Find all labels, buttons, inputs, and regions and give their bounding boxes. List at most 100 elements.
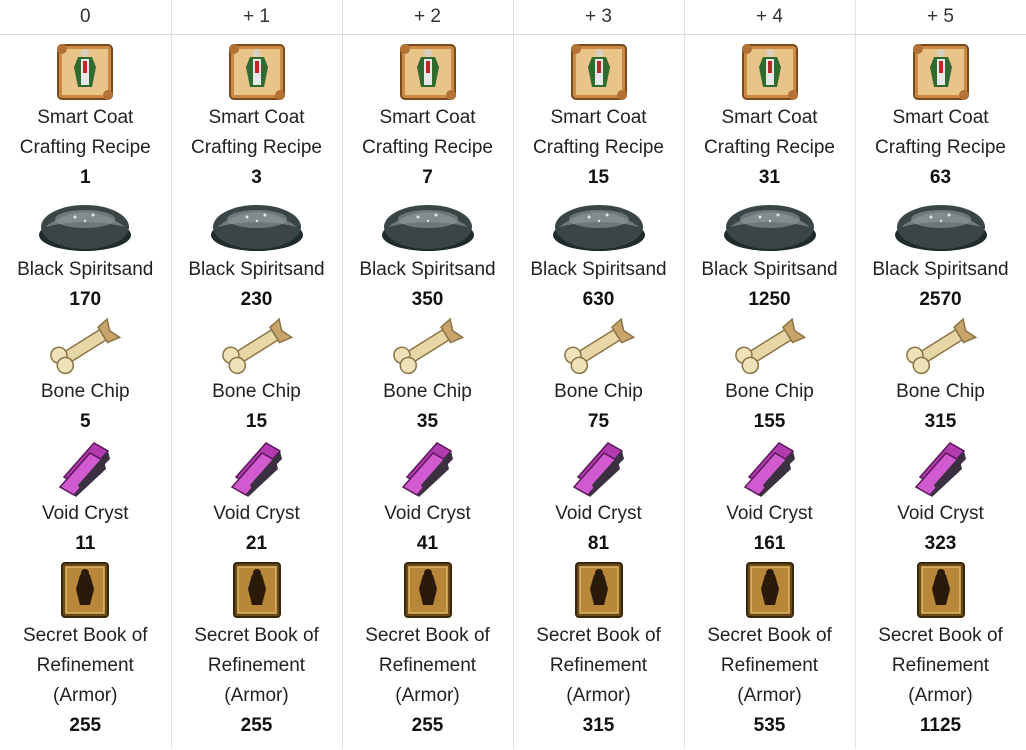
material-item-spiritsand[interactable]: Black Spiritsand 2570 bbox=[856, 193, 1026, 315]
material-item-secret-book[interactable]: Secret Book of Refinement (Armor) 255 bbox=[172, 559, 342, 741]
material-name: Smart Coat Crafting Recipe bbox=[191, 107, 322, 158]
material-item-recipe[interactable]: Smart Coat Crafting Recipe 1 bbox=[0, 41, 171, 193]
void-cryst-icon bbox=[914, 442, 966, 497]
material-item-spiritsand[interactable]: Black Spiritsand 230 bbox=[172, 193, 342, 315]
spiritsand-icon bbox=[381, 205, 474, 251]
material-quantity: 11 bbox=[75, 533, 96, 554]
upgrade-materials-table: 0 + 1 + 2 + 3 + 4 + 5 Smart Coat Craftin… bbox=[0, 0, 1026, 749]
level-header-row: 0 + 1 + 2 + 3 + 4 + 5 bbox=[0, 0, 1026, 35]
material-quantity: 1125 bbox=[919, 715, 962, 736]
material-item-secret-book[interactable]: Secret Book of Refinement (Armor) 535 bbox=[685, 559, 855, 741]
material-quantity: 230 bbox=[240, 289, 273, 310]
material-name: Secret Book of Refinement (Armor) bbox=[878, 625, 1003, 706]
material-name: Smart Coat Crafting Recipe bbox=[875, 107, 1006, 158]
material-quantity: 1 bbox=[79, 167, 91, 188]
material-quantity: 15 bbox=[587, 167, 610, 188]
level-column-4: Smart Coat Crafting Recipe 31 Black Spir… bbox=[684, 34, 856, 749]
secret-book-icon bbox=[916, 562, 965, 618]
bone-chip-icon bbox=[392, 317, 464, 375]
material-quantity: 81 bbox=[587, 533, 610, 554]
secret-book-icon bbox=[232, 562, 281, 618]
material-name: Bone Chip bbox=[725, 381, 814, 402]
material-item-spiritsand[interactable]: Black Spiritsand 1250 bbox=[685, 193, 855, 315]
material-name: Bone Chip bbox=[383, 381, 472, 402]
bone-chip-icon bbox=[563, 317, 635, 375]
material-item-void-cryst[interactable]: Void Cryst 21 bbox=[172, 437, 342, 559]
bone-chip-icon bbox=[734, 317, 806, 375]
level-header-1: + 1 bbox=[171, 0, 343, 35]
material-quantity: 323 bbox=[924, 533, 957, 554]
material-item-secret-book[interactable]: Secret Book of Refinement (Armor) 255 bbox=[0, 559, 171, 741]
material-name: Void Cryst bbox=[213, 503, 300, 524]
material-item-recipe[interactable]: Smart Coat Crafting Recipe 7 bbox=[343, 41, 513, 193]
bone-chip-icon bbox=[50, 317, 122, 375]
material-item-secret-book[interactable]: Secret Book of Refinement (Armor) 255 bbox=[343, 559, 513, 741]
void-cryst-icon bbox=[59, 442, 111, 497]
level-column-3: Smart Coat Crafting Recipe 15 Black Spir… bbox=[513, 34, 685, 749]
material-quantity: 255 bbox=[411, 715, 444, 736]
level-column-5: Smart Coat Crafting Recipe 63 Black Spir… bbox=[855, 34, 1026, 749]
material-name: Smart Coat Crafting Recipe bbox=[533, 107, 664, 158]
material-item-void-cryst[interactable]: Void Cryst 81 bbox=[514, 437, 684, 559]
spiritsand-icon bbox=[723, 205, 816, 251]
material-item-secret-book[interactable]: Secret Book of Refinement (Armor) 1125 bbox=[856, 559, 1026, 741]
material-quantity: 535 bbox=[753, 715, 786, 736]
bone-chip-icon bbox=[221, 317, 293, 375]
material-item-bone-chip[interactable]: Bone Chip 5 bbox=[0, 315, 171, 437]
material-name: Bone Chip bbox=[554, 381, 643, 402]
level-header-0: 0 bbox=[0, 0, 172, 35]
material-name: Black Spiritsand bbox=[188, 259, 325, 280]
material-quantity: 161 bbox=[753, 533, 786, 554]
material-name: Secret Book of Refinement (Armor) bbox=[365, 625, 490, 706]
secret-book-icon bbox=[745, 562, 794, 618]
recipe-scroll-icon bbox=[570, 44, 627, 100]
material-name: Bone Chip bbox=[896, 381, 985, 402]
material-quantity: 255 bbox=[240, 715, 273, 736]
material-item-recipe[interactable]: Smart Coat Crafting Recipe 63 bbox=[856, 41, 1026, 193]
material-name: Smart Coat Crafting Recipe bbox=[704, 107, 835, 158]
secret-book-icon bbox=[403, 562, 452, 618]
material-quantity: 255 bbox=[69, 715, 102, 736]
material-item-bone-chip[interactable]: Bone Chip 35 bbox=[343, 315, 513, 437]
void-cryst-icon bbox=[743, 442, 795, 497]
material-item-bone-chip[interactable]: Bone Chip 75 bbox=[514, 315, 684, 437]
material-quantity: 315 bbox=[582, 715, 615, 736]
material-item-void-cryst[interactable]: Void Cryst 323 bbox=[856, 437, 1026, 559]
material-item-bone-chip[interactable]: Bone Chip 15 bbox=[172, 315, 342, 437]
material-item-spiritsand[interactable]: Black Spiritsand 170 bbox=[0, 193, 171, 315]
material-item-void-cryst[interactable]: Void Cryst 41 bbox=[343, 437, 513, 559]
material-quantity: 75 bbox=[587, 411, 610, 432]
recipe-scroll-icon bbox=[228, 44, 285, 100]
material-item-bone-chip[interactable]: Bone Chip 315 bbox=[856, 315, 1026, 437]
material-name: Secret Book of Refinement (Armor) bbox=[194, 625, 319, 706]
material-item-void-cryst[interactable]: Void Cryst 161 bbox=[685, 437, 855, 559]
void-cryst-icon bbox=[230, 442, 282, 497]
material-name: Smart Coat Crafting Recipe bbox=[362, 107, 493, 158]
material-name: Void Cryst bbox=[897, 503, 984, 524]
material-item-spiritsand[interactable]: Black Spiritsand 630 bbox=[514, 193, 684, 315]
material-item-secret-book[interactable]: Secret Book of Refinement (Armor) 315 bbox=[514, 559, 684, 741]
void-cryst-icon bbox=[572, 442, 624, 497]
material-quantity: 41 bbox=[416, 533, 439, 554]
material-quantity: 315 bbox=[924, 411, 957, 432]
material-item-bone-chip[interactable]: Bone Chip 155 bbox=[685, 315, 855, 437]
secret-book-icon bbox=[61, 562, 110, 618]
secret-book-icon bbox=[574, 562, 623, 618]
material-quantity: 2570 bbox=[919, 289, 962, 310]
material-name: Black Spiritsand bbox=[530, 259, 667, 280]
material-name: Black Spiritsand bbox=[701, 259, 838, 280]
material-quantity: 15 bbox=[245, 411, 268, 432]
material-item-recipe[interactable]: Smart Coat Crafting Recipe 3 bbox=[172, 41, 342, 193]
material-quantity: 35 bbox=[416, 411, 439, 432]
material-quantity: 155 bbox=[753, 411, 786, 432]
material-item-void-cryst[interactable]: Void Cryst 11 bbox=[0, 437, 171, 559]
material-name: Secret Book of Refinement (Armor) bbox=[22, 625, 148, 706]
material-item-recipe[interactable]: Smart Coat Crafting Recipe 31 bbox=[685, 41, 855, 193]
material-quantity: 63 bbox=[929, 167, 952, 188]
material-item-recipe[interactable]: Smart Coat Crafting Recipe 15 bbox=[514, 41, 684, 193]
bone-chip-icon bbox=[905, 317, 977, 375]
material-quantity: 3 bbox=[251, 167, 262, 188]
material-item-spiritsand[interactable]: Black Spiritsand 350 bbox=[343, 193, 513, 315]
spiritsand-icon bbox=[210, 205, 303, 251]
material-quantity: 350 bbox=[411, 289, 444, 310]
